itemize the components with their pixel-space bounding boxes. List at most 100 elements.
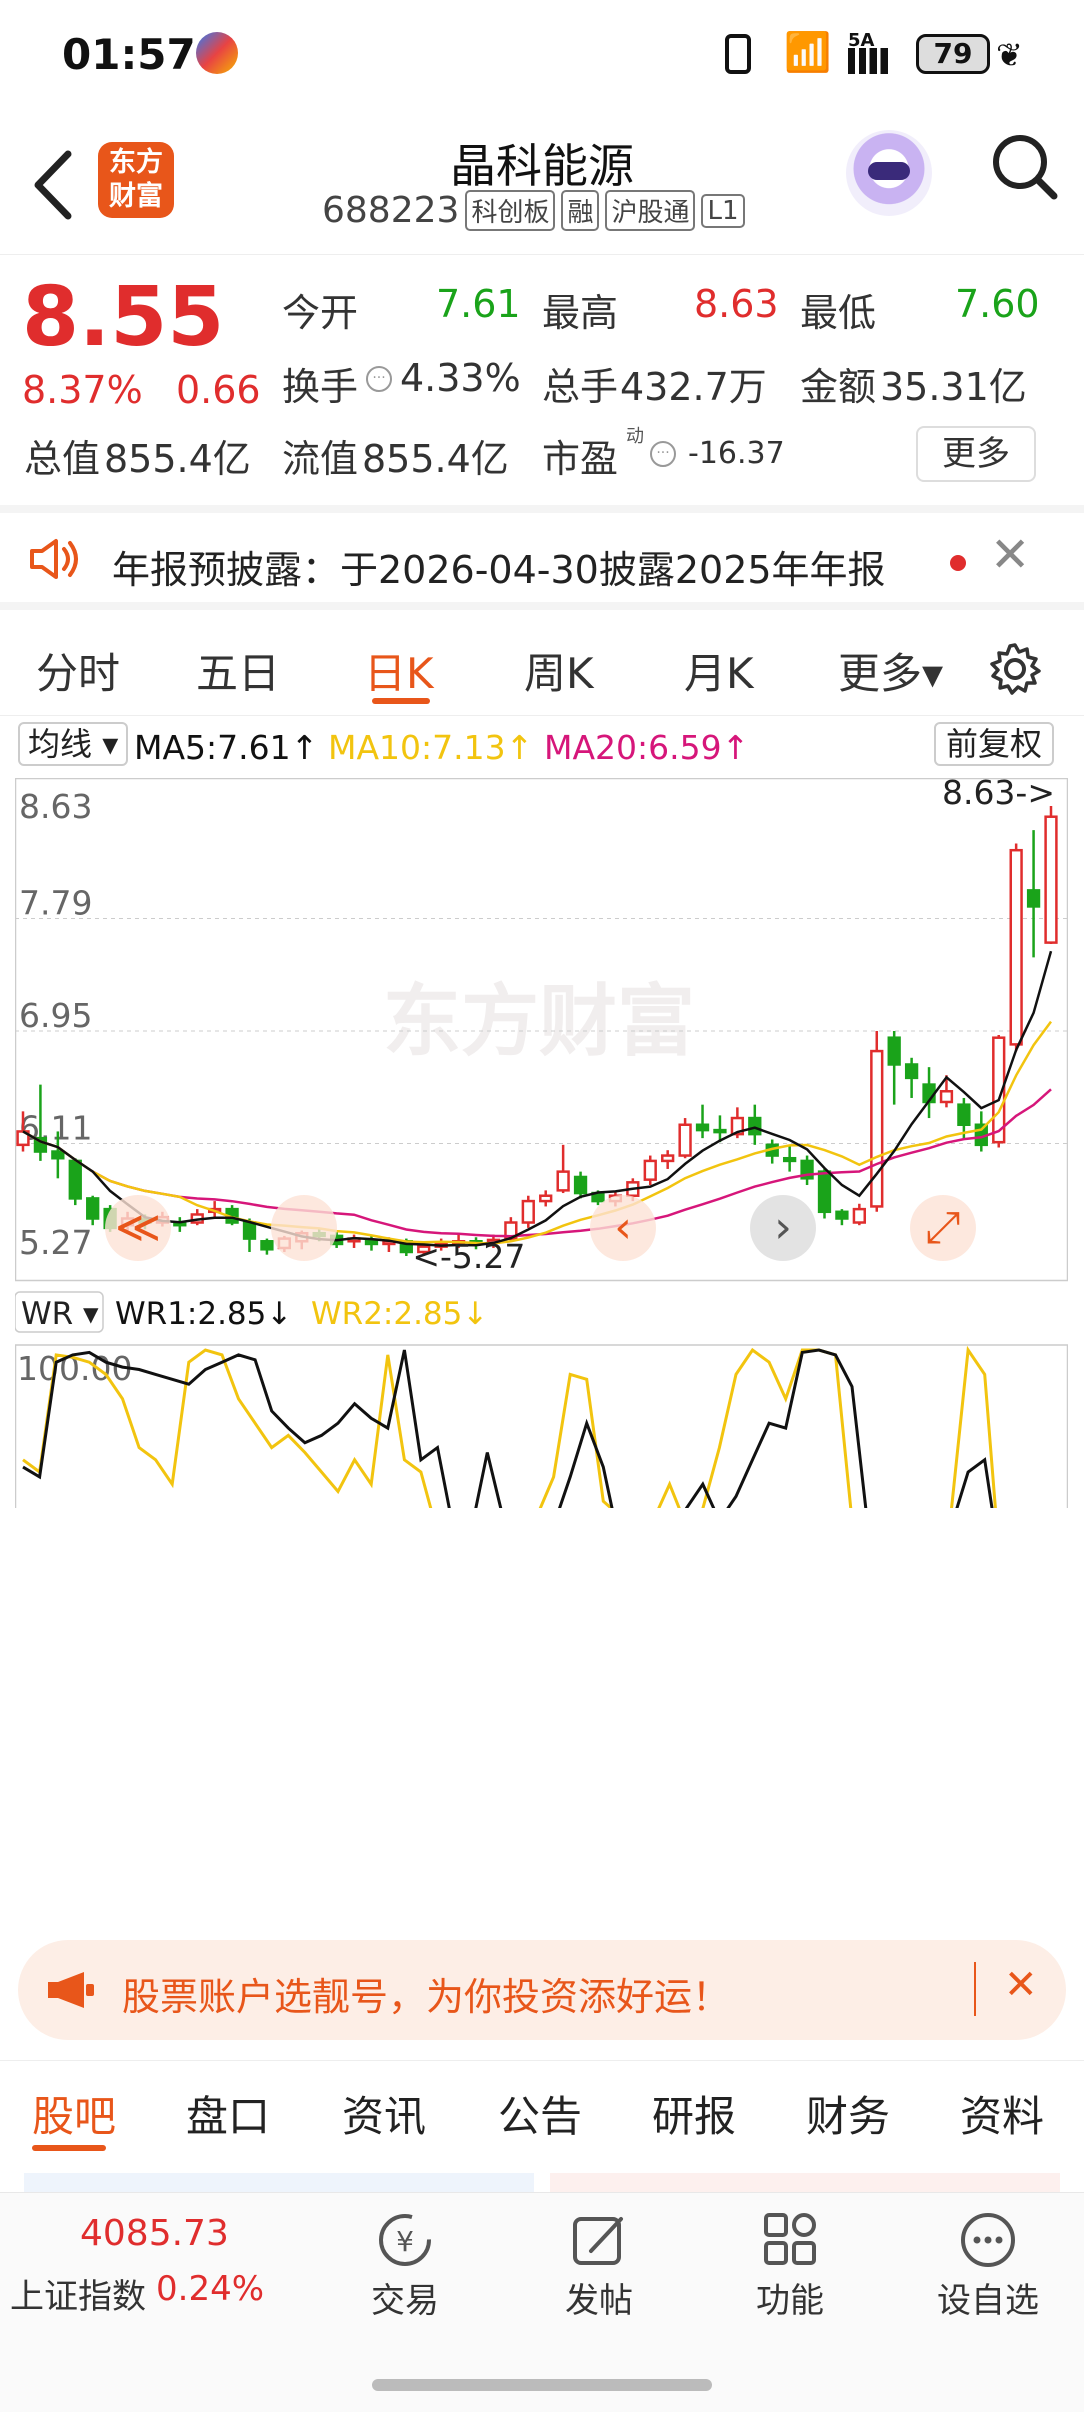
high-value: 8.63: [694, 282, 779, 326]
tag-connect: 沪股通: [605, 190, 696, 231]
low-label: 最低: [800, 291, 877, 335]
open-label: 今开: [282, 291, 359, 335]
megaphone-icon: [48, 1972, 94, 2008]
chart-period-tabs: 分时 五日 日K 周K 月K 更多▾: [0, 612, 1084, 716]
edit-post-icon: [573, 2217, 623, 2265]
speaker-icon: [30, 539, 78, 579]
post-label: 发帖: [565, 2281, 633, 2321]
info-icon[interactable]: ···: [366, 366, 392, 392]
chevron-right-icon[interactable]: ›: [750, 1195, 816, 1261]
info-icon[interactable]: ···: [650, 441, 676, 467]
active-subtab-indicator: [32, 2145, 106, 2151]
amount-value: 35.31亿: [880, 365, 1027, 409]
candle-down: [957, 1103, 971, 1126]
volume-value: 432.7万: [620, 365, 767, 409]
ma10-label: MA10:7.13↑: [328, 728, 534, 767]
stock-code: 688223: [322, 190, 460, 231]
tab-financials[interactable]: 财务: [806, 2083, 890, 2144]
tab-orderbook[interactable]: 盘口: [186, 2083, 270, 2144]
tab-daily-k[interactable]: 日K: [364, 640, 434, 701]
candle-up: [870, 1049, 884, 1208]
candle-up: [1044, 815, 1058, 944]
tag-margin: 融: [561, 190, 600, 231]
battery-icon: 79: [916, 34, 990, 74]
post-button[interactable]: 发帖: [544, 2211, 654, 2322]
candle-down: [748, 1116, 762, 1136]
content-tabs: 股吧 盘口 资讯 公告 研报 财务 资料: [0, 2060, 1084, 2193]
tab-weekly-k[interactable]: 周K: [524, 640, 594, 701]
svg-text:›: ›: [774, 1202, 792, 1253]
chevron-left-icon[interactable]: ‹: [590, 1195, 656, 1261]
tab-more[interactable]: 更多▾: [838, 640, 943, 701]
pe-dynamic-sup: 动: [626, 426, 644, 447]
tab-five-day[interactable]: 五日: [196, 640, 280, 701]
svg-text:‹: ‹: [614, 1202, 632, 1253]
price-adjust-button[interactable]: 前复权: [934, 722, 1055, 766]
expand-icon[interactable]: ⤢: [910, 1195, 976, 1261]
divider: [974, 1962, 976, 2016]
status-bar: 01:57 📶 5A 79 ❦: [0, 0, 1084, 110]
candle-up: [939, 1090, 954, 1104]
turnover-label: 换手: [282, 365, 359, 409]
grid-functions-icon: [764, 2213, 816, 2265]
candle-down: [904, 1063, 919, 1080]
functions-button[interactable]: 功能: [735, 2211, 845, 2322]
tab-profile[interactable]: 资料: [960, 2083, 1044, 2144]
tab-news[interactable]: 资讯: [342, 2083, 426, 2144]
robot-assistant-icon[interactable]: [846, 130, 932, 216]
trade-yen-icon: ¥: [379, 2214, 431, 2266]
candle-down: [835, 1210, 849, 1220]
candle-down: [51, 1150, 65, 1160]
close-icon[interactable]: ✕: [1004, 1962, 1038, 2008]
add-watchlist-button[interactable]: 设自选: [928, 2211, 1048, 2322]
tab-intraday[interactable]: 分时: [36, 640, 120, 701]
candle-up: [539, 1194, 553, 1203]
tab-monthly-k[interactable]: 月K: [684, 640, 754, 701]
candle-down: [68, 1159, 82, 1200]
search-icon[interactable]: [990, 132, 1060, 204]
close-icon[interactable]: ✕: [990, 527, 1030, 583]
more-button[interactable]: 更多: [916, 426, 1036, 482]
candle-down: [364, 1240, 379, 1246]
settings-gear-icon[interactable]: [988, 642, 1042, 696]
scroll-left-icon[interactable]: [271, 1195, 337, 1261]
stock-code-row: 688223 科创板 融 沪股通 L1: [322, 190, 745, 231]
double-left-icon[interactable]: ≪: [105, 1195, 171, 1261]
trade-button[interactable]: ¥ 交易: [350, 2211, 460, 2322]
low-marker: <-5.27: [412, 1237, 525, 1276]
ma5-label: MA5:7.61↑: [134, 728, 319, 767]
tab-research[interactable]: 研报: [652, 2083, 736, 2144]
tag-star-market: 科创板: [465, 190, 556, 231]
status-time: 01:57: [62, 30, 196, 79]
kline-chart[interactable]: 东方财富 8.63 7.79 6.95 6.11 5.27 8.63-> <-5.27 ≪ ‹ › ⤢…: [15, 778, 1068, 1508]
home-indicator[interactable]: [372, 2379, 712, 2391]
tab-announcements[interactable]: 公告: [498, 2083, 582, 2144]
index-name[interactable]: 上证指数: [10, 2269, 146, 2318]
candle-down: [782, 1156, 797, 1163]
notice-text: 年报预披露：于2026-04-30披露2025年年报: [112, 548, 886, 592]
low-value: 7.60: [955, 282, 1040, 326]
wr1-label: WR1:2.85↓: [115, 1296, 292, 1332]
mktcap-value: 855.4亿: [104, 437, 251, 481]
turnover-value: 4.33%: [400, 356, 521, 400]
candle-up: [661, 1154, 675, 1163]
mktcap-label: 总值: [24, 437, 101, 481]
leaf-icon: ❦: [996, 36, 1023, 74]
trade-label: 交易: [371, 2281, 439, 2321]
vibrate-icon: [725, 34, 751, 74]
svg-text:¥: ¥: [396, 2225, 414, 2258]
y-tick-label: 5.27: [19, 1223, 92, 1262]
annual-report-notice[interactable]: 年报预披露：于2026-04-30披露2025年年报 ✕: [0, 505, 1084, 610]
index-value[interactable]: 4085.73: [80, 2213, 229, 2254]
y-tick-label: 7.79: [19, 884, 92, 923]
ad-text: 股票账户选靓号，为你投资添好运！: [122, 1975, 731, 2019]
ad-banner[interactable]: 股票账户选靓号，为你投资添好运！ ✕: [18, 1940, 1066, 2040]
indicator-selector[interactable]: 均线 ▾: [18, 722, 129, 766]
y-tick-label: 6.95: [19, 996, 92, 1035]
watermark: 东方财富: [383, 977, 695, 1067]
wr-selector[interactable]: WR ▾: [21, 1296, 99, 1332]
tab-forum[interactable]: 股吧: [32, 2083, 116, 2144]
pe-label: 市盈: [542, 437, 619, 481]
high-label: 最高: [542, 291, 619, 335]
open-value: 7.61: [436, 282, 521, 326]
